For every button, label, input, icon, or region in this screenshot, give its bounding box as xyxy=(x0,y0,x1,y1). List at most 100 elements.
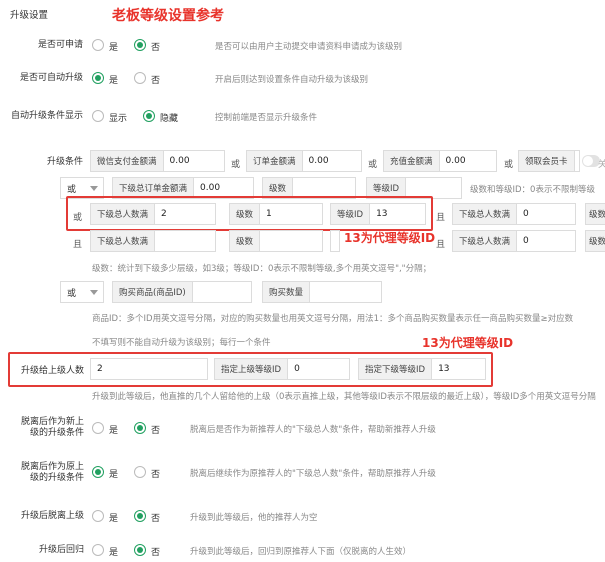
row-c-right-sub-count-group[interactable]: 下级总人数满 0 xyxy=(452,230,576,252)
row-c-and-right: 且 xyxy=(436,240,446,250)
annotation-mid: 13为代理等级ID xyxy=(344,231,436,245)
detach-old-yes-radio[interactable] xyxy=(92,466,104,478)
return-after-no-label: 否 xyxy=(151,548,161,558)
return-after-no-radio[interactable] xyxy=(134,544,146,556)
or-text-3: 或 xyxy=(504,160,514,170)
sub-order-amount-addon: 下级总订单金额满 xyxy=(113,178,195,198)
detach-after-label: 升级后脱离上级 xyxy=(20,511,84,521)
detach-after-yes-radio[interactable] xyxy=(92,510,104,522)
sub-order-amount-input[interactable]: 0.00 xyxy=(194,178,253,198)
auto-yes-radio[interactable] xyxy=(92,72,104,84)
row-c-and: 且 xyxy=(73,240,83,250)
cond-show-radio[interactable] xyxy=(92,110,104,122)
row-a-level-id-addon: 等级ID xyxy=(367,178,407,198)
detach-after-no-radio[interactable] xyxy=(134,510,146,522)
detach-new-no-radio[interactable] xyxy=(134,422,146,434)
detach-old-yes-label: 是 xyxy=(109,470,119,480)
auto-yes-label: 是 xyxy=(109,76,119,86)
or-text-2: 或 xyxy=(368,160,378,170)
recharge-amount-input[interactable]: 0.00 xyxy=(440,151,496,171)
row-c-right-more-group[interactable]: 级数 xyxy=(585,230,605,252)
detach-old-no-label: 否 xyxy=(151,470,161,480)
upgrade-parent-hint: 升级到此等级后，他直推的几个人留给他的上级（0表示直推上级，其他等级ID表示不限… xyxy=(92,392,596,402)
highlight-box-upgrade xyxy=(8,352,493,387)
row-c-right-more-addon: 级数 xyxy=(586,231,605,251)
member-card-group: 领取会员卡 xyxy=(518,150,580,172)
apply-label: 是否可申请 xyxy=(37,40,83,50)
goods-id-input[interactable] xyxy=(193,282,251,302)
wechat-amount-group[interactable]: 微信支付金额满 0.00 xyxy=(90,150,225,172)
row-a-level-id-input[interactable] xyxy=(406,178,461,198)
chevron-down-icon xyxy=(90,290,98,295)
goods-id-addon: 购买商品(商品ID) xyxy=(113,282,193,302)
row-c-sub-count-group[interactable]: 下级总人数满 xyxy=(90,230,216,252)
goods-hint: 商品ID：多个ID用英文逗号分隔，对应的购买数量也用英文逗号分隔，用法1：多个商… xyxy=(92,314,574,324)
row-a-logic-value: 或 xyxy=(67,184,77,195)
row-b-right-sub-count-group[interactable]: 下级总人数满 0 xyxy=(452,203,576,225)
highlight-box-condition xyxy=(66,196,433,231)
auto-no-label: 否 xyxy=(151,76,161,86)
recharge-amount-group[interactable]: 充值金额满 0.00 xyxy=(383,150,497,172)
goods-qty-group[interactable]: 购买数量 xyxy=(262,281,382,303)
detach-after-yes-label: 是 xyxy=(109,514,119,524)
detach-after-no-label: 否 xyxy=(151,514,161,524)
row-b-right-sub-count-addon: 下级总人数满 xyxy=(453,204,518,224)
row-c-level-count-addon: 级数 xyxy=(230,231,261,251)
cond-show-hint: 控制前端是否显示升级条件 xyxy=(215,113,318,123)
auto-no-radio[interactable] xyxy=(134,72,146,84)
detach-new-no-label: 否 xyxy=(151,426,161,436)
apply-yes-label: 是 xyxy=(109,43,119,53)
wechat-amount-input[interactable]: 0.00 xyxy=(164,151,224,171)
apply-hint: 是否可以由用户主动提交申请资料申请成为该级别 xyxy=(215,42,403,52)
or-text-1: 或 xyxy=(231,160,241,170)
cond-hide-radio[interactable] xyxy=(143,110,155,122)
member-card-toggle-text: 关闭 xyxy=(598,160,605,170)
row-c-sub-count-addon: 下级总人数满 xyxy=(91,231,156,251)
apply-no-label: 否 xyxy=(151,43,161,53)
detach-old-hint: 脱离后继续作为原推荐人的"下级总人数"条件，帮助原推荐人升级 xyxy=(190,469,436,479)
detach-new-hint: 脱离后是否作为新推荐人的"下级总人数"条件，帮助新推荐人升级 xyxy=(190,425,436,435)
row-c-level-count-group[interactable]: 级数 xyxy=(229,230,323,252)
order-amount-addon: 订单金额满 xyxy=(247,151,303,171)
row-c-right-sub-count-addon: 下级总人数满 xyxy=(453,231,518,251)
order-amount-input[interactable]: 0.00 xyxy=(303,151,361,171)
cond-hide-label-text: 隐藏 xyxy=(160,114,179,124)
order-amount-group[interactable]: 订单金额满 0.00 xyxy=(246,150,362,172)
apply-no-radio[interactable] xyxy=(134,39,146,51)
goods-qty-addon: 购买数量 xyxy=(263,282,311,302)
fill-hint: 不填写则不能自动升级为该级别；每行一个条件 xyxy=(92,338,271,348)
goods-logic-select[interactable]: 或 xyxy=(60,281,104,303)
goods-logic-value: 或 xyxy=(67,288,77,299)
cond-show-label-text: 显示 xyxy=(109,114,128,124)
levels-hint: 级数：统计到下级多少层级，如3级；等级ID：0表示不限制等级,多个用英文逗号",… xyxy=(92,264,432,274)
chevron-down-icon xyxy=(90,186,98,191)
row-c-level-count-input[interactable] xyxy=(260,231,322,251)
row-c-sub-count-input[interactable] xyxy=(155,231,215,251)
goods-qty-input[interactable] xyxy=(310,282,381,302)
apply-yes-radio[interactable] xyxy=(92,39,104,51)
detach-old-no-radio[interactable] xyxy=(134,466,146,478)
row-c-right-sub-count-input[interactable]: 0 xyxy=(517,231,575,251)
row-a-level-count-input[interactable] xyxy=(293,178,355,198)
section-title: 升级设置 xyxy=(10,10,49,21)
detach-new-yes-label: 是 xyxy=(109,426,119,436)
recharge-amount-addon: 充值金额满 xyxy=(384,151,440,171)
return-after-yes-radio[interactable] xyxy=(92,544,104,556)
row-c-level-id-group[interactable]: 等级ID xyxy=(330,230,340,252)
row-b-right-more-addon: 级数 xyxy=(586,204,605,224)
wechat-amount-addon: 微信支付金额满 xyxy=(91,151,164,171)
annotation-top: 老板等级设置参考 xyxy=(112,8,224,24)
return-after-hint: 升级到此等级后，回归到原推荐人下面（仅脱离的人生效） xyxy=(190,547,412,557)
detach-old-label: 脱离后作为原上级的升级条件 xyxy=(20,462,84,483)
auto-hint: 开启后则达到设置条件自动升级为该级别 xyxy=(215,75,369,85)
detach-new-yes-radio[interactable] xyxy=(92,422,104,434)
goods-id-group[interactable]: 购买商品(商品ID) xyxy=(112,281,252,303)
row-b-right-more-group[interactable]: 级数 xyxy=(585,203,605,225)
return-after-label: 升级后回归 xyxy=(38,545,84,555)
cond-show-label: 自动升级条件显示 xyxy=(10,111,83,121)
member-card-addon: 领取会员卡 xyxy=(519,151,575,171)
row-a-hint: 级数和等级ID：0表示不限制等级 xyxy=(470,185,595,195)
row-a-level-count-addon: 级数 xyxy=(263,178,294,198)
row-b-right-sub-count-input[interactable]: 0 xyxy=(517,204,575,224)
row-b-and: 且 xyxy=(436,213,446,223)
